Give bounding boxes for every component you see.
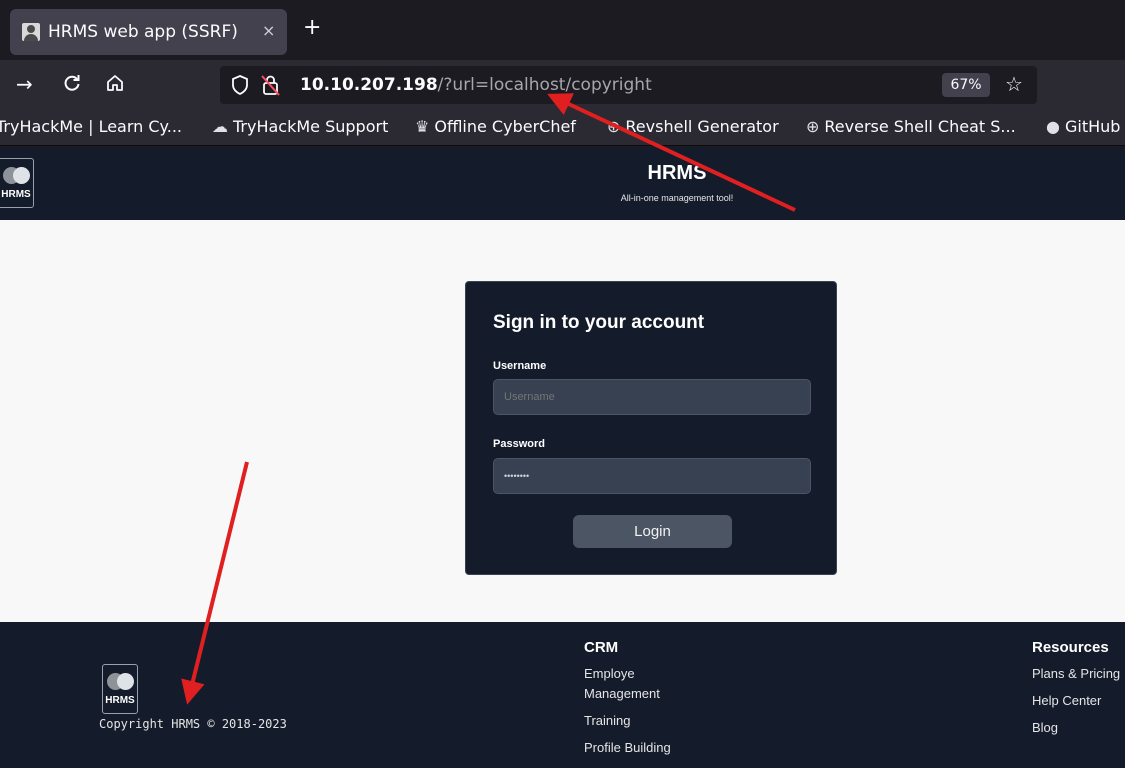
footer-logo: HRMS xyxy=(102,664,138,714)
github-icon: ● xyxy=(1046,117,1060,136)
tab-bar: HRMS web app (SSRF) × + xyxy=(0,0,1125,60)
footer-crm-title: CRM xyxy=(584,639,619,656)
login-button[interactable]: Login xyxy=(573,515,732,548)
footer-link-plans-pricing[interactable]: Plans & Pricing xyxy=(1032,664,1120,684)
footer-link-profile-building[interactable]: Profile Building xyxy=(584,738,671,758)
footer-link-help-center[interactable]: Help Center xyxy=(1032,691,1101,711)
star-icon[interactable]: ☆ xyxy=(1005,72,1023,96)
bookmark-label: Revshell Generator xyxy=(625,117,779,136)
site-logo[interactable]: HRMS xyxy=(0,158,34,208)
bookmark-label: Reverse Shell Cheat S... xyxy=(824,117,1016,136)
reload-icon[interactable] xyxy=(62,73,82,97)
url-text[interactable]: 10.10.207.198/?url=localhost/copyright xyxy=(300,75,652,95)
globe-icon: ⊕ xyxy=(806,117,820,136)
password-input[interactable]: •••••••• xyxy=(493,458,811,494)
bookmark-label: Offline CyberChef xyxy=(434,117,576,136)
url-path: /?url=localhost/copyright xyxy=(437,75,652,95)
footer-link-training[interactable]: Training xyxy=(584,711,630,731)
cloud-icon: ☁ xyxy=(212,117,228,136)
password-label: Password xyxy=(493,438,545,450)
url-bar[interactable]: 10.10.207.198/?url=localhost/copyright 6… xyxy=(220,66,1037,104)
username-label: Username xyxy=(493,360,547,372)
site-footer: HRMS Copyright HRMS © 2018-2023 CRM Empl… xyxy=(0,622,1125,768)
web-page: HRMS HRMS All-in-one management tool! Si… xyxy=(0,147,1125,768)
site-header: HRMS HRMS All-in-one management tool! xyxy=(0,147,1125,220)
toggle-icon xyxy=(107,673,135,690)
bookmarks-toolbar: TryHackMe | Learn Cy... ☁ TryHackMe Suppo… xyxy=(0,110,1125,146)
nav-bar: → 10.10.207.198/?url=localhost/copyright… xyxy=(0,60,1125,110)
bookmark-offline-cyberchef[interactable]: ♛ Offline CyberChef xyxy=(415,117,576,136)
site-title: HRMS xyxy=(647,162,707,184)
bookmark-tryhackme[interactable]: TryHackMe | Learn Cy... xyxy=(0,117,182,136)
site-tagline: All-in-one management tool! xyxy=(620,193,734,203)
bookmark-label: TryHackMe | Learn Cy... xyxy=(0,117,182,136)
tab-title: HRMS web app (SSRF) xyxy=(48,22,238,42)
footer-link-employee[interactable]: Employe Management xyxy=(584,664,660,704)
shield-icon[interactable] xyxy=(231,75,249,99)
bookmark-tryhackme-support[interactable]: ☁ TryHackMe Support xyxy=(212,117,388,136)
bookmark-label: TryHackMe Support xyxy=(233,117,389,136)
zoom-level-badge[interactable]: 67% xyxy=(942,73,990,97)
footer-resources-title: Resources xyxy=(1032,639,1109,656)
new-tab-button[interactable]: + xyxy=(303,17,321,39)
forward-icon[interactable]: → xyxy=(16,73,33,95)
login-heading: Sign in to your account xyxy=(493,312,705,333)
login-form: Sign in to your account Username Passwor… xyxy=(465,281,837,575)
footer-link-blog[interactable]: Blog xyxy=(1032,718,1058,738)
globe-icon: ⊕ xyxy=(607,117,621,136)
insecure-lock-icon[interactable] xyxy=(261,74,281,100)
user-icon xyxy=(22,23,40,41)
footer-link-label: Employe xyxy=(584,666,635,681)
bookmark-label: GitHub xyxy=(1064,117,1121,136)
copyright-text: Copyright HRMS © 2018-2023 xyxy=(99,717,287,731)
logo-text: HRMS xyxy=(1,189,31,200)
username-input[interactable] xyxy=(493,379,811,415)
close-icon[interactable]: × xyxy=(262,21,275,40)
bookmark-reverse-shell-cheat-sheet[interactable]: ⊕ Reverse Shell Cheat S... xyxy=(806,117,1016,136)
toggle-icon xyxy=(3,167,31,184)
browser-window: HRMS web app (SSRF) × + → 10.10.207.198/… xyxy=(0,0,1125,768)
tab-hrms[interactable]: HRMS web app (SSRF) × xyxy=(10,9,287,55)
bookmark-revshell-generator[interactable]: ⊕ Revshell Generator xyxy=(607,117,779,136)
url-host: 10.10.207.198 xyxy=(300,75,438,95)
footer-link-label: Management xyxy=(584,686,660,701)
home-icon[interactable] xyxy=(105,73,125,97)
logo-text: HRMS xyxy=(105,695,135,706)
bookmark-github[interactable]: ● GitHub xyxy=(1046,117,1120,136)
chef-hat-icon: ♛ xyxy=(415,117,430,136)
